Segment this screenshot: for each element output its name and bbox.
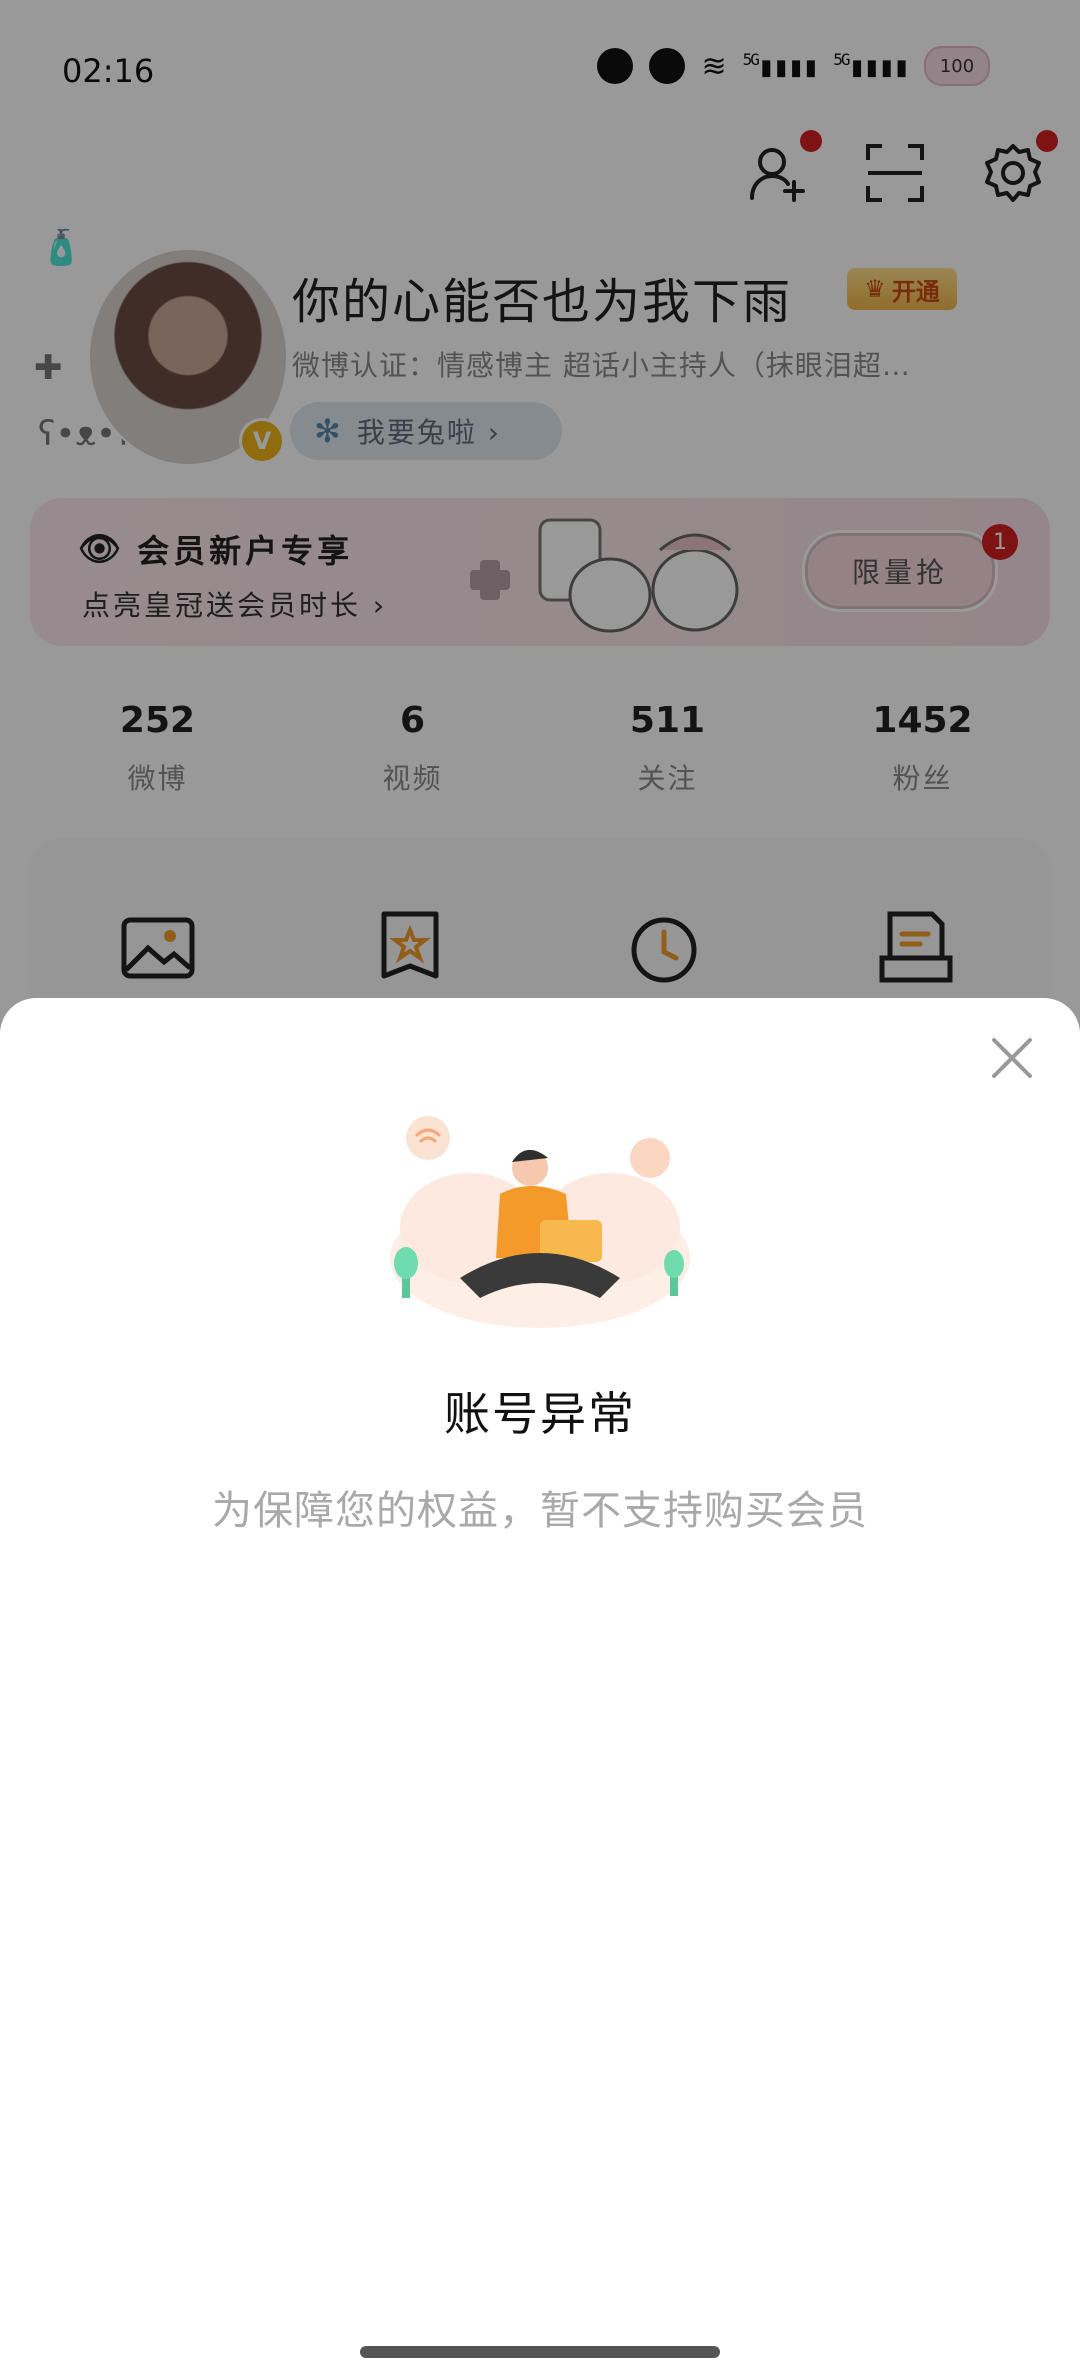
dialog-description: 为保障您的权益，暂不支持购买会员 [212,1488,868,1534]
dialog-title: 账号异常 [444,1387,636,1441]
close-icon[interactable] [988,1034,1036,1082]
home-indicator[interactable] [360,2346,720,2358]
account-error-sheet: 账号异常 为保障您的权益，暂不支持购买会员 [0,998,1080,2378]
account-error-illustration-icon [390,1116,690,1328]
